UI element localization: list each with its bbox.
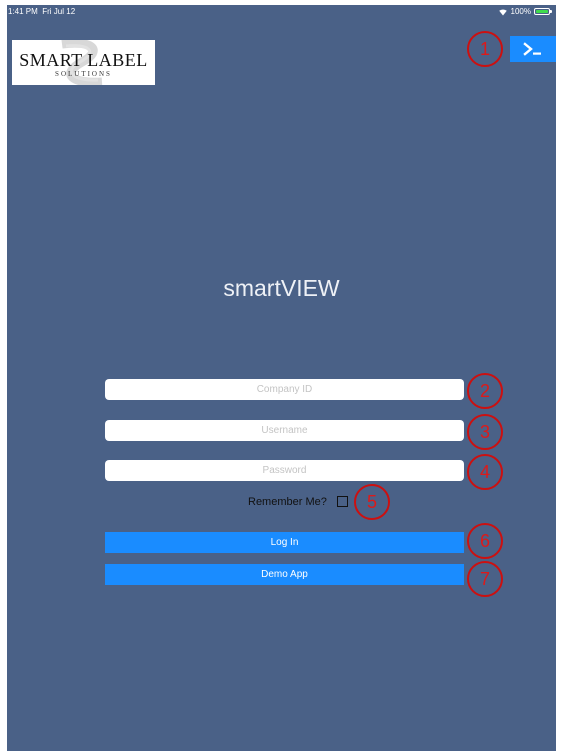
status-time: 1:41 PM Fri Jul 12: [8, 7, 75, 16]
remember-me-checkbox[interactable]: [337, 496, 348, 507]
annotation-callout-7: 7: [467, 561, 503, 597]
app-screen: 1:41 PM Fri Jul 12 100% SMART LABEL SOLU…: [7, 5, 556, 751]
company-logo: SMART LABEL SOLUTIONS: [12, 40, 155, 85]
status-bar: 1:41 PM Fri Jul 12 100%: [7, 5, 556, 19]
battery-icon: [534, 8, 552, 15]
battery-nub: [550, 10, 552, 13]
status-time-text: 1:41 PM: [8, 7, 38, 16]
annotation-callout-1: 1: [467, 31, 503, 67]
password-input[interactable]: [105, 460, 464, 481]
login-button[interactable]: Log In: [105, 532, 464, 553]
status-right: 100%: [498, 7, 552, 16]
logo-subtitle: SOLUTIONS: [55, 70, 112, 78]
demo-app-button[interactable]: Demo App: [105, 564, 464, 585]
username-input[interactable]: [105, 420, 464, 441]
annotation-callout-6: 6: [467, 523, 503, 559]
terminal-icon: [523, 42, 541, 56]
remember-me-label: Remember Me?: [248, 496, 327, 508]
company-id-input[interactable]: [105, 379, 464, 400]
annotation-callout-2: 2: [467, 373, 503, 409]
terminal-button[interactable]: [510, 36, 556, 62]
battery-percent: 100%: [510, 7, 531, 16]
annotation-callout-3: 3: [467, 414, 503, 450]
status-date-text: Fri Jul 12: [42, 7, 76, 16]
app-title: smartVIEW: [223, 275, 340, 301]
wifi-icon: [498, 8, 507, 15]
logo-title: SMART LABEL: [19, 50, 148, 70]
annotation-callout-4: 4: [467, 454, 503, 490]
annotation-callout-5: 5: [354, 484, 390, 520]
battery-fill: [536, 10, 548, 13]
